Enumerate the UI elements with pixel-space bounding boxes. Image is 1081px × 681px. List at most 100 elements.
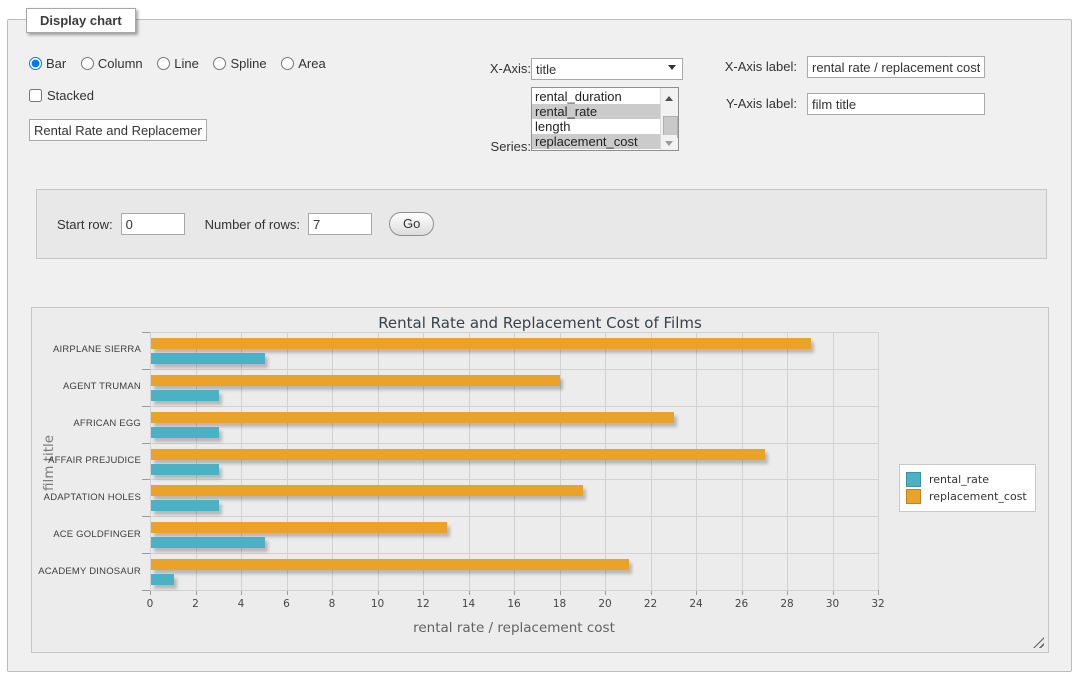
gridline-horizontal <box>150 590 878 591</box>
gridline-vertical <box>196 332 197 590</box>
chart-container: Rental Rate and Replacement Cost of Film… <box>31 307 1049 653</box>
gridline-horizontal <box>150 479 878 480</box>
chart-title-input[interactable] <box>29 119 207 141</box>
chart-type-bar[interactable]: Bar <box>29 56 66 71</box>
series-listbox[interactable]: rental_durationrental_ratelengthreplacem… <box>531 87 679 151</box>
start-row-input[interactable] <box>121 213 185 235</box>
x-tick-label: 20 <box>590 598 620 610</box>
replacement-cost-bar <box>151 338 811 349</box>
gridline-vertical <box>332 332 333 590</box>
x-axis-title: rental rate / replacement cost <box>150 620 878 636</box>
x-tick-label: 30 <box>818 598 848 610</box>
chart-type-spline[interactable]: Spline <box>213 56 266 71</box>
series-scrollbar[interactable] <box>660 88 678 150</box>
gridline-vertical <box>605 332 606 590</box>
gridline-vertical <box>423 332 424 590</box>
scroll-down-icon[interactable] <box>662 135 677 149</box>
go-button[interactable]: Go <box>389 212 434 236</box>
area-radio[interactable] <box>281 57 294 70</box>
rental-rate-swatch-icon <box>906 472 921 487</box>
x-tick-label: 14 <box>454 598 484 610</box>
x-tick-label: 8 <box>317 598 347 610</box>
gridline-horizontal <box>150 516 878 517</box>
y-tick-mark <box>142 553 150 554</box>
y-tick-mark <box>142 443 150 444</box>
scroll-up-icon[interactable] <box>662 89 677 103</box>
rental-rate-bar <box>151 390 219 401</box>
x-tick-label: 12 <box>408 598 438 610</box>
x-tick-label: 4 <box>226 598 256 610</box>
gridline-vertical <box>469 332 470 590</box>
x-tick-mark <box>878 590 879 595</box>
category-label: ADAPTATION HOLES <box>32 492 141 503</box>
series-listbox-items: rental_durationrental_ratelengthreplacem… <box>532 89 661 149</box>
y-axis-label-input[interactable] <box>807 93 985 115</box>
gridline-vertical <box>241 332 242 590</box>
start-row-label: Start row: <box>57 217 113 232</box>
chart-type-column[interactable]: Column <box>81 56 143 71</box>
gridline-vertical <box>696 332 697 590</box>
replacement-cost-bar <box>151 449 765 460</box>
x-tick-label: 6 <box>272 598 302 610</box>
x-tick-label: 22 <box>636 598 666 610</box>
chart-type-line[interactable]: Line <box>157 56 199 71</box>
gridline-horizontal <box>150 443 878 444</box>
chart-type-area[interactable]: Area <box>281 56 325 71</box>
y-axis-label-label: Y-Axis label: <box>697 96 797 111</box>
replacement-cost-bar <box>151 522 447 533</box>
category-label: AFFAIR PREJUDICE <box>32 455 141 466</box>
category-label: ACADEMY DINOSAUR <box>32 566 141 577</box>
y-tick-mark <box>142 406 150 407</box>
display-chart-fieldset: Display chart Bar Column Line Spline Are… <box>7 19 1072 672</box>
category-label: AGENT TRUMAN <box>32 381 141 392</box>
series-option[interactable]: length <box>532 119 661 134</box>
stacked-row: Stacked <box>29 88 94 103</box>
x-tick-label: 2 <box>181 598 211 610</box>
gridline-horizontal <box>150 406 878 407</box>
x-tick-label: 0 <box>135 598 165 610</box>
gridline-vertical <box>651 332 652 590</box>
rental-rate-bar <box>151 427 219 438</box>
rental-rate-bar <box>151 574 174 585</box>
series-option[interactable]: replacement_cost <box>532 134 661 149</box>
stacked-label[interactable]: Stacked <box>29 88 94 103</box>
x-axis-select-wrap: title <box>531 58 683 80</box>
x-tick-label: 10 <box>363 598 393 610</box>
x-tick-label: 16 <box>499 598 529 610</box>
category-label: AFRICAN EGG <box>32 418 141 429</box>
column-radio[interactable] <box>81 57 94 70</box>
chart-type-radio-group: Bar Column Line Spline Area <box>29 56 337 71</box>
legend-item: rental_rate <box>906 472 1027 487</box>
series-option[interactable]: rental_duration <box>532 89 661 104</box>
gridline-vertical <box>287 332 288 590</box>
gridline-horizontal <box>150 332 878 333</box>
y-tick-mark <box>142 516 150 517</box>
category-label: ACE GOLDFINGER <box>32 529 141 540</box>
replacement-cost-bar <box>151 412 674 423</box>
rental-rate-bar <box>151 464 219 475</box>
line-radio[interactable] <box>157 57 170 70</box>
resize-handle-icon[interactable] <box>1033 637 1044 648</box>
replacement-cost-bar <box>151 375 560 386</box>
bar-radio[interactable] <box>29 57 42 70</box>
rental-rate-bar <box>151 500 219 511</box>
gridline-horizontal <box>150 553 878 554</box>
y-tick-mark <box>142 479 150 480</box>
stacked-checkbox[interactable] <box>29 89 42 102</box>
category-label: AIRPLANE SIERRA <box>32 344 141 355</box>
page: Display chart Bar Column Line Spline Are… <box>0 0 1081 681</box>
y-tick-mark <box>142 590 150 591</box>
gridline-vertical <box>878 332 879 590</box>
series-option[interactable]: rental_rate <box>532 104 661 119</box>
y-tick-mark <box>142 369 150 370</box>
x-tick-label: 32 <box>863 598 893 610</box>
gridline-vertical <box>560 332 561 590</box>
x-tick-label: 18 <box>545 598 575 610</box>
x-axis-select[interactable]: title <box>531 58 683 80</box>
replacement-cost-swatch-icon <box>906 489 921 504</box>
x-axis-label-input[interactable] <box>807 56 985 78</box>
x-axis-label-label: X-Axis label: <box>697 59 797 74</box>
spline-radio[interactable] <box>213 57 226 70</box>
num-rows-input[interactable] <box>308 213 372 235</box>
gridline-vertical <box>150 332 151 590</box>
